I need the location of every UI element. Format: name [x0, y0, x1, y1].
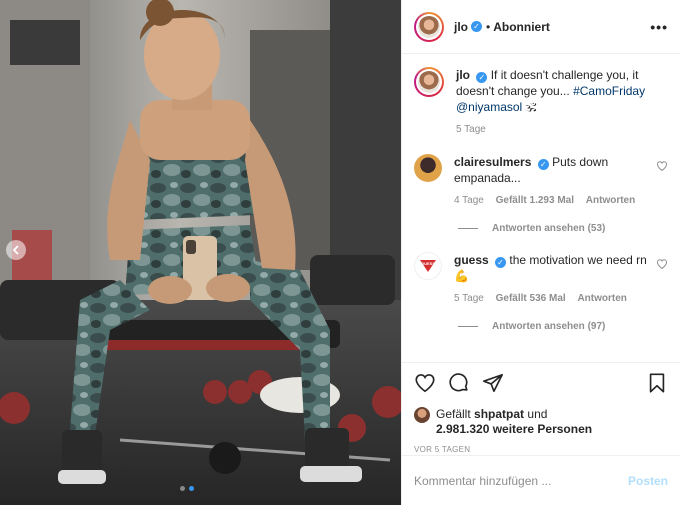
caption-text: jlo ✓ If it doesn't challenge you, it do…: [456, 67, 650, 115]
action-bar: Gefällt shpatpat und 2.981.320 weitere P…: [402, 362, 680, 454]
carousel-dot: [180, 486, 185, 491]
header-username[interactable]: jlo: [454, 20, 468, 34]
comment-input[interactable]: [414, 473, 628, 488]
caption-meta: 5 Tage: [456, 123, 650, 136]
add-comment-form: Posten: [402, 455, 680, 505]
carousel-prev-button[interactable]: [6, 240, 26, 260]
post-photo-illustration: [0, 0, 401, 505]
verified-badge-icon: ✓: [495, 257, 507, 268]
follow-status-button[interactable]: Abonniert: [493, 20, 550, 34]
header-separator: •: [486, 19, 491, 34]
view-replies-button[interactable]: Antworten ansehen (53): [414, 223, 668, 234]
comment-icon[interactable]: [448, 372, 470, 394]
caption-time[interactable]: 5 Tage: [456, 124, 486, 135]
post-image[interactable]: [0, 0, 401, 505]
likes-count[interactable]: 2.981.320 weitere Personen: [436, 422, 592, 436]
likes-conj: und: [527, 407, 548, 421]
guess-logo-icon: GUESS: [420, 260, 436, 272]
avatar[interactable]: [414, 154, 442, 182]
verified-badge-icon: ✓: [471, 21, 482, 32]
paper-plane-icon[interactable]: [482, 372, 504, 394]
caption-emoji: 🕉: [525, 100, 537, 114]
comment-like-heart-icon[interactable]: [656, 258, 668, 270]
replies-divider: [458, 326, 478, 327]
comment-text: guess ✓ the motivation we need rn 💪: [454, 252, 650, 284]
heart-icon[interactable]: [414, 372, 436, 394]
comment-likes[interactable]: Gefällt 536 Mal: [496, 293, 566, 304]
post-header: jlo ✓ • Abonniert •••: [402, 0, 680, 54]
likes-summary: Gefällt shpatpat und 2.981.320 weitere P…: [414, 407, 668, 437]
avatar[interactable]: [414, 67, 444, 97]
comment-time[interactable]: 5 Tage: [454, 293, 484, 304]
more-horizontal-icon: •••: [650, 18, 668, 35]
more-options-button[interactable]: •••: [650, 20, 668, 34]
liker-avatar[interactable]: [414, 407, 430, 423]
comment-body: the motivation we need rn: [509, 253, 647, 267]
post-timestamp[interactable]: VOR 5 TAGEN: [414, 445, 668, 454]
comment-time[interactable]: 4 Tage: [454, 195, 484, 206]
comment-username[interactable]: clairesulmers: [454, 155, 531, 169]
bookmark-icon[interactable]: [646, 372, 668, 394]
comment-meta: 5 Tage Gefällt 536 Mal Antworten: [454, 292, 650, 305]
comment-likes[interactable]: Gefällt 1.293 Mal: [496, 195, 574, 206]
comments-list[interactable]: jlo ✓ If it doesn't challenge you, it do…: [402, 55, 680, 360]
view-replies-label: Antworten ansehen (53): [492, 223, 606, 234]
reply-button[interactable]: Antworten: [586, 195, 635, 206]
avatar[interactable]: [414, 11, 444, 42]
reply-button[interactable]: Antworten: [577, 293, 626, 304]
caption: jlo ✓ If it doesn't challenge you, it do…: [414, 67, 668, 136]
comment-text: clairesulmers ✓ Puts down empanada...: [454, 154, 650, 186]
liker-username[interactable]: shpatpat: [474, 407, 524, 421]
svg-text:GUESS: GUESS: [421, 261, 435, 266]
caption-username[interactable]: jlo: [456, 68, 470, 82]
verified-badge-icon: ✓: [476, 72, 488, 83]
carousel-dot-active: [189, 486, 194, 491]
replies-divider: [458, 228, 478, 229]
post-side-panel: jlo ✓ • Abonniert ••• jlo ✓ If it doesn'…: [401, 0, 680, 505]
chevron-left-icon: [12, 245, 19, 255]
post-comment-button[interactable]: Posten: [628, 474, 668, 488]
view-replies-button[interactable]: Antworten ansehen (97): [414, 321, 668, 332]
mention-link[interactable]: @niyamasol: [456, 100, 522, 114]
comment-username[interactable]: guess: [454, 253, 489, 267]
hashtag-link[interactable]: #CamoFriday: [573, 84, 645, 98]
comment-item: clairesulmers ✓ Puts down empanada... 4 …: [414, 154, 668, 207]
comment-like-heart-icon[interactable]: [656, 160, 668, 172]
verified-badge-icon: ✓: [537, 159, 549, 170]
likes-prefix: Gefällt: [436, 407, 471, 421]
view-replies-label: Antworten ansehen (97): [492, 321, 606, 332]
comment-emoji: 💪: [454, 269, 469, 283]
carousel-indicator: [180, 486, 194, 491]
comment-item: GUESS guess ✓ the motivation we need rn …: [414, 252, 668, 305]
comment-meta: 4 Tage Gefällt 1.293 Mal Antworten: [454, 194, 650, 207]
avatar[interactable]: GUESS: [414, 252, 442, 280]
